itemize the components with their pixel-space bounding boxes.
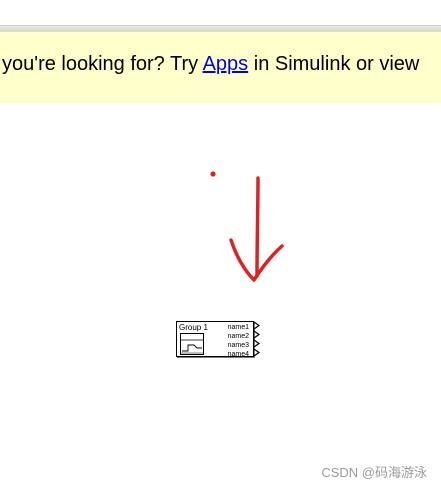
- down-arrow-icon: [229, 176, 284, 282]
- signal-label: name3: [227, 342, 249, 349]
- output-port-icon[interactable]: [254, 330, 261, 339]
- banner-text-after: in Simulink or view: [248, 53, 420, 75]
- window-chrome: [0, 0, 441, 32]
- signal-label: name1: [227, 324, 249, 331]
- output-port-icon[interactable]: [254, 348, 261, 357]
- output-port-icon[interactable]: [254, 321, 261, 330]
- annotation-dot: [210, 171, 216, 177]
- signal-label: name2: [227, 333, 249, 340]
- banner-text-before: you're looking for? Try: [2, 53, 203, 75]
- output-port-icon[interactable]: [254, 339, 261, 348]
- signal-builder-icon: [180, 333, 204, 355]
- info-banner: you're looking for? Try Apps in Simulink…: [0, 31, 441, 103]
- output-signal-list: name1 name2 name3 name4: [228, 323, 249, 359]
- signal-builder-block[interactable]: Group 1 name1 name2 name3 name4: [176, 321, 254, 359]
- output-ports[interactable]: [254, 321, 262, 357]
- banner-message: you're looking for? Try Apps in Simulink…: [2, 52, 419, 76]
- block-title: Group 1: [179, 323, 208, 332]
- apps-link[interactable]: Apps: [203, 53, 249, 75]
- watermark: CSDN @码海游泳: [321, 465, 427, 480]
- signal-label: name4: [227, 351, 249, 358]
